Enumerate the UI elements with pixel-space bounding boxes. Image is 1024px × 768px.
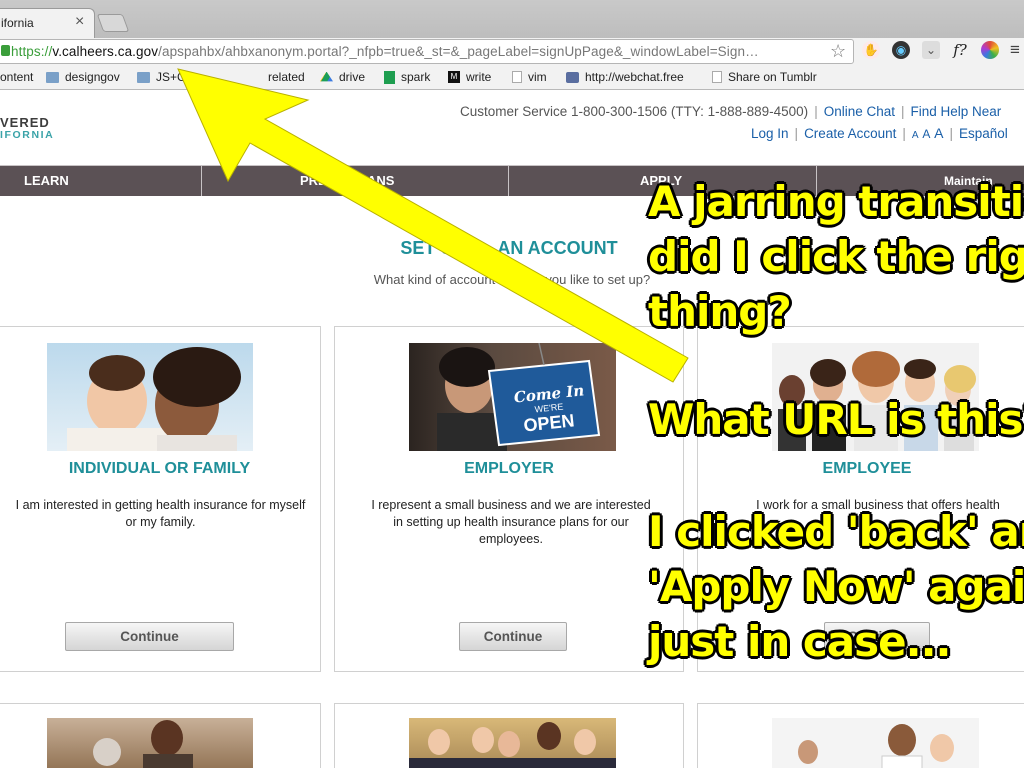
- annotation-line-3: thing?: [648, 287, 792, 336]
- annotation-line-1: A jarring transitio: [648, 177, 1024, 226]
- annotation-line-7: just in case...: [648, 617, 952, 666]
- annotation-line-2: did I click the righ: [648, 232, 1024, 281]
- annotation-line-5: I clicked 'back' ar: [648, 507, 1024, 556]
- annotation-line-6: 'Apply Now' agair: [648, 562, 1024, 611]
- screenshot-root: ifornia × https://v.calheers.ca.gov/apsp…: [0, 0, 1024, 768]
- annotation-line-4: What URL is this?: [648, 395, 1024, 444]
